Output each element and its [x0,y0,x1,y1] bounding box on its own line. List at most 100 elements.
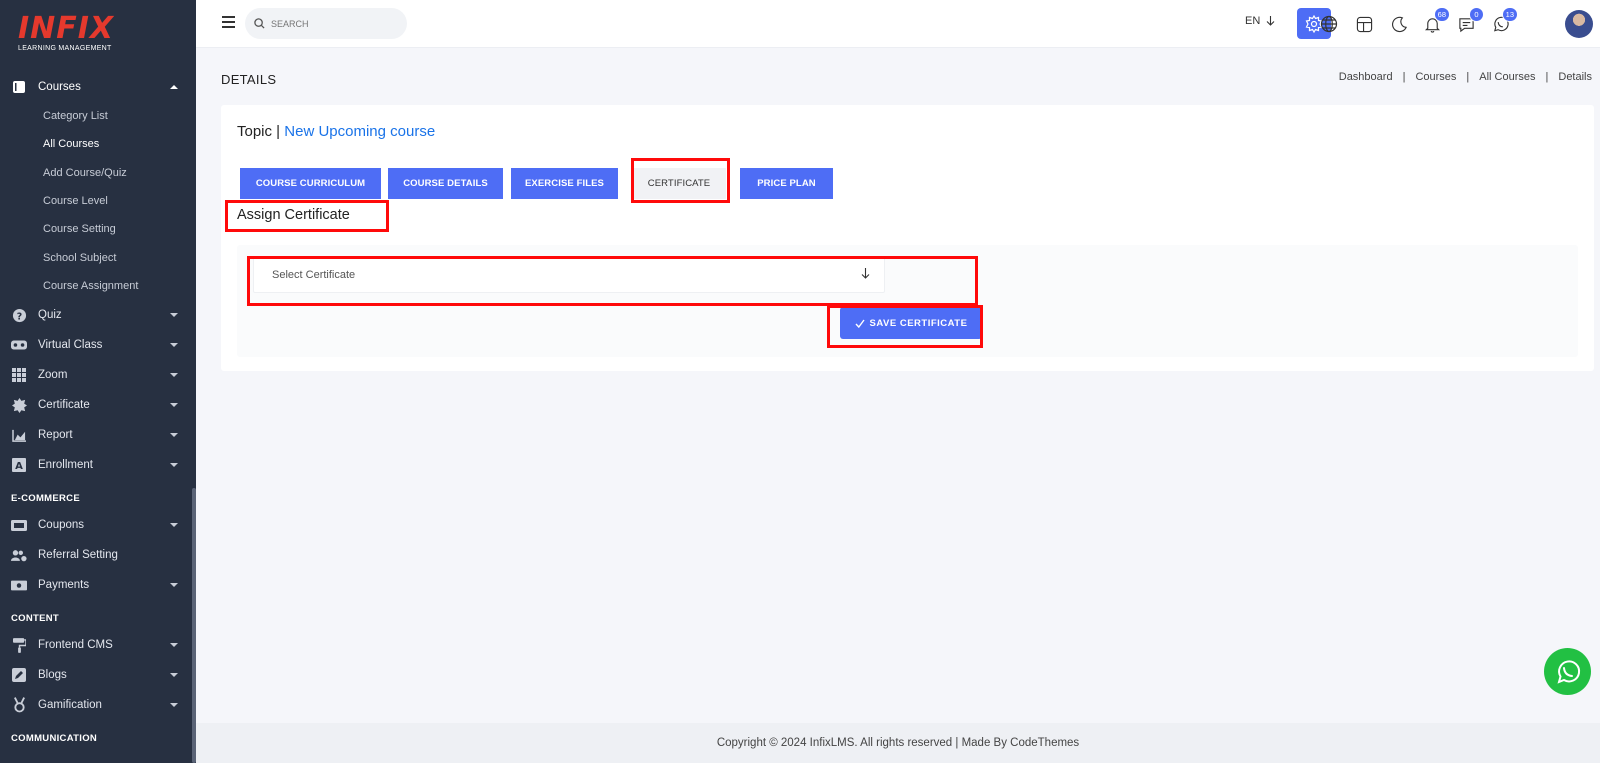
sidebar-item-certificate[interactable]: Certificate [0,390,196,420]
topbar: EN 68 0 13 [196,0,1600,48]
certificate-seal-icon [11,397,27,413]
svg-text:A: A [15,461,23,472]
sidebar-subitem-course-setting[interactable]: Course Setting [0,215,196,243]
tab-certificate[interactable]: CERTIFICATE [632,168,726,199]
layout-icon [1356,16,1372,32]
sidebar-subitem-school-subject[interactable]: School Subject [0,243,196,271]
sidebar-nav: Courses Category List All Courses Add Co… [0,72,196,750]
footer: Copyright © 2024 InfixLMS. All rights re… [196,723,1600,763]
chevron-down-icon [170,583,178,588]
sidebar-item-label: Payments [38,579,90,592]
sidebar-item-virtual-class[interactable]: Virtual Class [0,330,196,360]
breadcrumb-separator: | [1545,71,1549,83]
search-box[interactable] [245,8,407,39]
sidebar-item-referral-setting[interactable]: Referral Setting [0,540,196,570]
whatsapp-icon [1557,659,1580,684]
globe-button[interactable] [1319,14,1339,34]
menu-toggle-icon[interactable] [222,16,235,28]
book-icon [11,79,27,95]
whatsapp-float-button[interactable] [1544,648,1591,695]
brand-name: INFIX [18,11,115,46]
assign-certificate-heading: Assign Certificate [237,207,350,223]
chevron-down-icon [170,313,178,318]
chevron-down-icon [170,403,178,408]
topic-course-link[interactable]: New Upcoming course [284,123,435,140]
svg-text:?: ? [16,311,21,322]
breadcrumb-item-courses[interactable]: Courses [1415,71,1456,83]
arrow-down-icon [861,268,870,279]
arrow-down-icon [1266,16,1275,26]
section-communication: COMMUNICATION [11,733,98,745]
sidebar-subitem-category-list[interactable]: Category List [0,102,196,130]
tab-course-curriculum[interactable]: COURSE CURRICULUM [240,168,381,199]
sidebar-item-report[interactable]: Report [0,420,196,450]
breadcrumb-item-all-courses[interactable]: All Courses [1479,71,1535,83]
topic-label: Topic | [237,123,281,140]
money-bill-icon [11,577,27,593]
question-circle-icon: ? [11,307,27,323]
messages-badge: 0 [1469,7,1484,22]
sidebar-item-label: Referral Setting [38,549,118,562]
medal-icon [11,697,27,713]
breadcrumb-item-details[interactable]: Details [1558,71,1592,83]
chat-button[interactable]: 13 [1490,7,1518,34]
avatar[interactable] [1565,10,1593,38]
sidebar-item-gamification[interactable]: Gamification [0,690,196,720]
search-icon [254,18,265,29]
brand-logo[interactable]: INFIX LEARNING MANAGEMENT [18,14,128,58]
grid-icon [11,367,27,383]
tab-course-details[interactable]: COURSE DETAILS [388,168,503,199]
save-certificate-label: SAVE CERTIFICATE [869,317,968,329]
chevron-down-icon [170,703,178,708]
messages-button[interactable]: 0 [1456,7,1484,34]
sidebar-item-label: Blogs [38,669,67,682]
sidebar-subitem-course-level[interactable]: Course Level [0,187,196,215]
paint-roller-icon [11,637,27,653]
enrollment-icon: A [11,457,27,473]
notifications-button[interactable]: 68 [1422,7,1450,34]
breadcrumb-separator: | [1466,71,1470,83]
chevron-up-icon [170,85,178,89]
section-content: CONTENT [11,613,60,625]
breadcrumb-item-dashboard[interactable]: Dashboard [1339,71,1393,83]
chat-badge: 13 [1501,7,1518,22]
dark-mode-button[interactable] [1389,14,1409,34]
save-certificate-button[interactable]: SAVE CERTIFICATE [840,307,982,339]
moon-icon [1391,16,1407,32]
sidebar-item-label: Virtual Class [38,339,103,352]
sidebar-item-frontend-cms[interactable]: Frontend CMS [0,630,196,660]
layout-button[interactable] [1354,14,1374,34]
chevron-down-icon [170,643,178,648]
sidebar-item-blogs[interactable]: Blogs [0,660,196,690]
sidebar-subitem-course-assignment[interactable]: Course Assignment [0,272,196,300]
sidebar-item-label: Report [38,429,73,442]
sidebar-item-label: Quiz [38,309,62,322]
vr-headset-icon [11,337,27,353]
chevron-down-icon [170,343,178,348]
breadcrumb-separator: | [1402,71,1406,83]
sidebar-item-enrollment[interactable]: A Enrollment [0,450,196,480]
sidebar-item-coupons[interactable]: Coupons [0,510,196,540]
sidebar-subitem-all-courses[interactable]: All Courses [0,130,196,158]
notifications-badge: 68 [1433,7,1450,22]
sidebar: INFIX LEARNING MANAGEMENT Courses Catego… [0,0,196,763]
certificate-select-value: Select Certificate [272,269,356,281]
sidebar-item-quiz[interactable]: ? Quiz [0,300,196,330]
language-selector[interactable]: EN [1245,15,1275,27]
sidebar-item-zoom[interactable]: Zoom [0,360,196,390]
sidebar-item-payments[interactable]: Payments [0,570,196,600]
tab-price-plan[interactable]: PRICE PLAN [740,168,833,199]
globe-icon [1320,15,1338,33]
sidebar-item-label: Frontend CMS [38,639,113,652]
brand-tagline: LEARNING MANAGEMENT [18,45,112,52]
users-gear-icon [11,547,27,563]
sidebar-subitem-add-course[interactable]: Add Course/Quiz [0,159,196,187]
breadcrumb: Dashboard | Courses | All Courses | Deta… [1339,71,1592,83]
certificate-select[interactable]: Select Certificate [253,257,885,293]
sidebar-item-courses[interactable]: Courses [0,72,196,102]
tab-exercise-files[interactable]: EXERCISE FILES [511,168,618,199]
search-input[interactable] [271,18,391,29]
ticket-icon [11,517,27,533]
sidebar-scrollbar[interactable] [192,488,196,763]
page-title: DETAILS [221,72,277,87]
